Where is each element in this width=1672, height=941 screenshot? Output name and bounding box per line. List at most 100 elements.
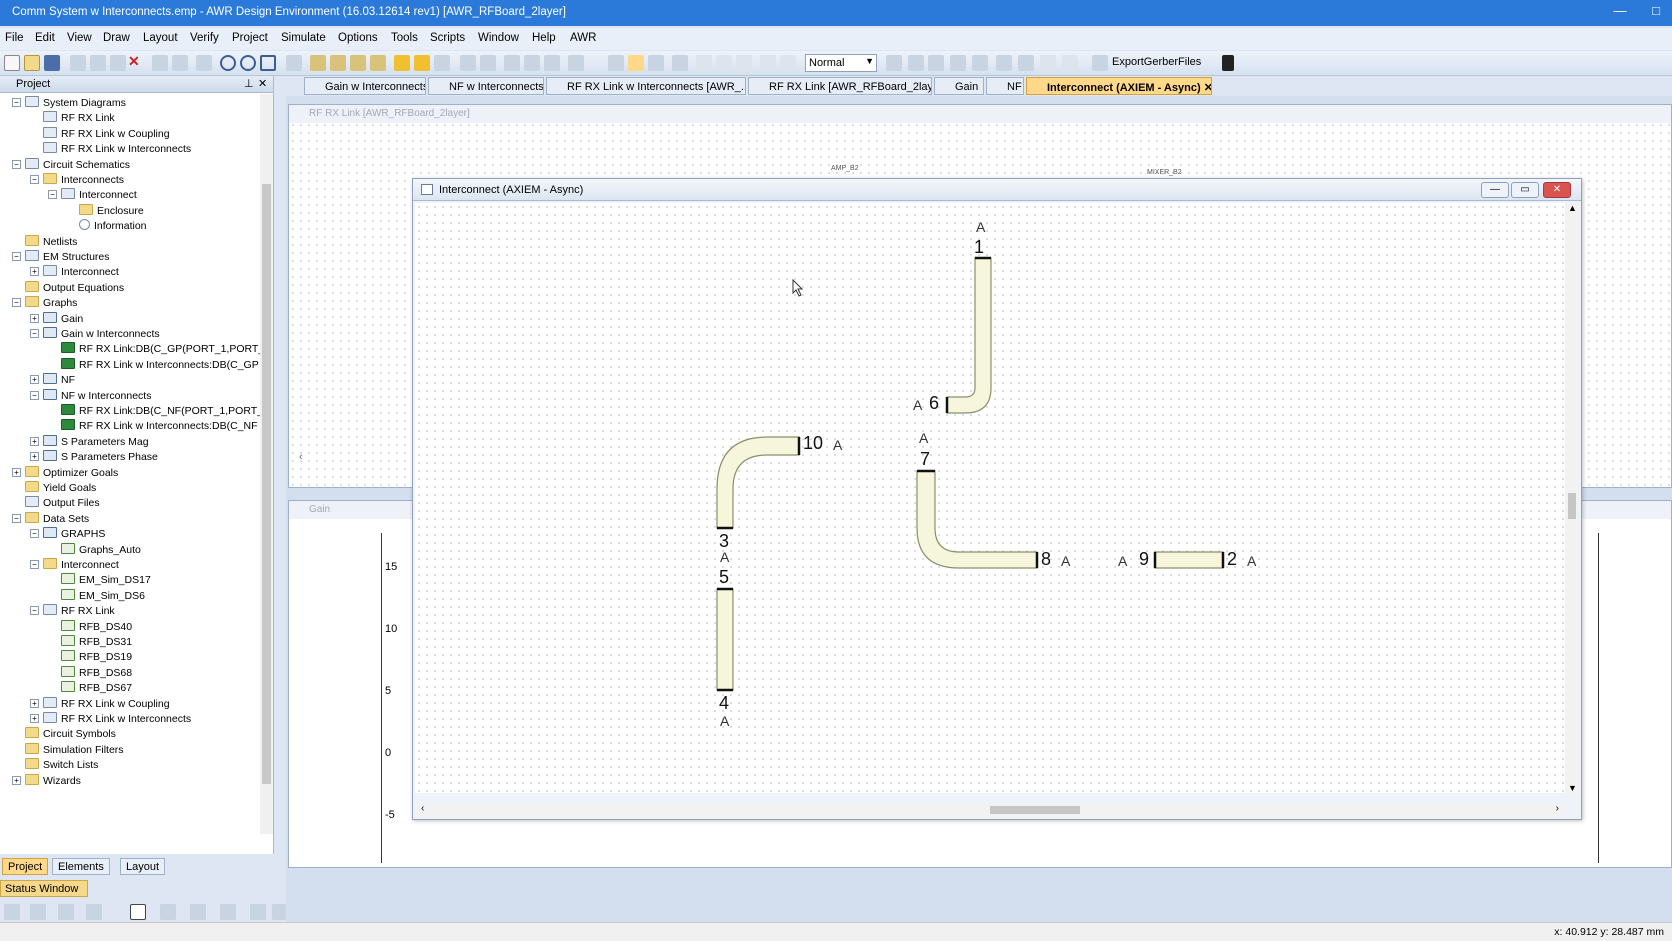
refresh-icon[interactable] [196, 55, 212, 71]
tree-item[interactable]: Switch Lists [12, 758, 98, 774]
element-icon[interactable] [504, 55, 520, 71]
tree-item[interactable]: + Optimizer Goals [12, 465, 118, 482]
menu-awr[interactable]: AWR [570, 32, 596, 44]
tree-item[interactable]: − GRAPHS [30, 527, 105, 543]
cell-icon[interactable] [908, 55, 924, 71]
collapse-icon[interactable]: − [30, 390, 39, 400]
paste-icon[interactable] [110, 55, 126, 71]
tree-item[interactable]: Circuit Symbols [12, 727, 116, 743]
view-layout-icon[interactable] [460, 55, 476, 71]
canvas-horizontal-scrollbar[interactable]: ‹ › [415, 803, 1565, 817]
tree-item[interactable]: − Graphs [12, 296, 77, 312]
collapse-icon[interactable]: − [30, 529, 39, 539]
collapse-icon[interactable]: − [48, 190, 57, 200]
shape-4-icon[interactable] [250, 904, 266, 920]
menu-help[interactable]: Help [532, 32, 556, 44]
menu-project[interactable]: Project [232, 32, 268, 44]
save-icon[interactable] [44, 55, 60, 71]
collapse-icon[interactable]: − [12, 298, 21, 308]
tab-rf-rx-link[interactable]: RF RX Link [AWR_RFBoard_2layer] [748, 77, 932, 95]
scrollbar-thumb[interactable] [262, 184, 271, 784]
align-icon[interactable] [716, 55, 732, 71]
expand-icon[interactable]: + [30, 698, 39, 708]
tree-item[interactable]: + S Parameters Phase [30, 450, 158, 466]
measure-icon[interactable] [696, 55, 712, 71]
scroll-left-icon[interactable]: ‹ [299, 451, 303, 463]
cell-2-icon[interactable] [928, 55, 944, 71]
expand-icon[interactable]: + [12, 467, 21, 477]
tree-item[interactable]: Output Files [12, 496, 100, 512]
tree-item[interactable]: EM_Sim_DS17 [48, 573, 151, 589]
add-system-icon[interactable] [330, 55, 346, 71]
tree-item[interactable]: − NF w Interconnects [30, 388, 151, 405]
scrollbar-thumb[interactable] [1568, 493, 1576, 519]
restore-button[interactable]: ▭ [1511, 182, 1539, 198]
layer-select-icon[interactable] [58, 904, 74, 920]
tree-item[interactable]: Output Equations [12, 280, 124, 297]
tree-item[interactable]: RF RX Link w Interconnects:DB(C_NF [48, 419, 258, 435]
collapse-icon[interactable]: − [30, 175, 39, 184]
tree-item[interactable]: + RF RX Link w Interconnects [30, 712, 191, 728]
ground-icon[interactable] [544, 55, 560, 71]
simulate-icon[interactable] [394, 55, 410, 71]
tree-item[interactable]: − Interconnect [30, 558, 119, 574]
shape-3-icon[interactable] [220, 904, 236, 920]
tree-item[interactable]: Graphs_Auto [48, 542, 141, 559]
pin-icon[interactable]: ⊥ [244, 77, 254, 90]
interconnect-window[interactable]: Interconnect (AXIEM - Async) — ▭ ✕ 1 6 1… [412, 178, 1582, 820]
tab-close-icon[interactable]: ✕ [1204, 82, 1211, 94]
menu-layout[interactable]: Layout [143, 32, 178, 44]
tree-item[interactable]: + S Parameters Mag [30, 434, 149, 451]
status-window-tab[interactable]: Status Window [0, 880, 88, 897]
tree-item[interactable]: − EM Structures [12, 250, 110, 266]
tree-item[interactable]: RF RX Link [30, 111, 115, 127]
tab-gain-w-interconnects[interactable]: Gain w Interconnects [304, 77, 426, 95]
tab-elements[interactable]: Elements [52, 858, 110, 875]
expand-icon[interactable]: + [30, 375, 39, 385]
view-3d-icon[interactable] [480, 55, 496, 71]
scroll-left-icon[interactable]: ‹ [421, 803, 424, 814]
collapse-icon[interactable]: − [12, 252, 21, 261]
tree-item[interactable]: RF RX Link w Coupling [30, 126, 170, 143]
tab-rf-rx-link-w-interconnects[interactable]: RF RX Link w Interconnects [AWR_... [546, 77, 746, 95]
script-icon[interactable] [1092, 55, 1108, 71]
drc-icon[interactable] [1062, 55, 1078, 71]
delete-icon[interactable]: ✕ [128, 53, 144, 69]
menu-tools[interactable]: Tools [391, 32, 418, 44]
tree-item[interactable]: Netlists [12, 234, 77, 251]
tree-item[interactable]: Information [66, 219, 147, 235]
expand-icon[interactable]: + [30, 714, 39, 723]
minimize-button[interactable]: — [1481, 182, 1509, 198]
tree-item[interactable]: + Interconnect [30, 265, 119, 281]
tree-item[interactable]: RFB_DS68 [48, 665, 132, 682]
menu-edit[interactable]: Edit [35, 32, 55, 44]
tree-item[interactable]: RF RX Link:DB(C_NF(PORT_1,PORT_2 [48, 404, 260, 420]
tree-item[interactable]: − RF RX Link [30, 604, 115, 620]
expand-icon[interactable]: + [30, 436, 39, 446]
scroll-up-icon[interactable]: ▲ [1568, 203, 1577, 213]
snap-icon[interactable] [648, 55, 664, 71]
mesh-icon[interactable] [672, 55, 688, 71]
port-icon[interactable] [524, 55, 540, 71]
tree-item[interactable]: Enclosure [66, 203, 144, 220]
scrollbar-thumb[interactable] [990, 806, 1080, 814]
interconnect-layout[interactable] [415, 203, 1565, 793]
tree-item[interactable]: − Circuit Schematics [12, 157, 130, 174]
route-icon[interactable] [736, 55, 752, 71]
tree-scrollbar[interactable] [260, 94, 273, 834]
menu-options[interactable]: Options [338, 32, 378, 44]
tree-item[interactable]: − System Diagrams [12, 96, 126, 112]
menu-scripts[interactable]: Scripts [430, 32, 465, 44]
edit-mode-icon[interactable] [628, 55, 644, 71]
add-schematic-icon[interactable] [310, 55, 326, 71]
tree-item[interactable]: RF RX Link w Interconnects [30, 142, 191, 158]
rect-icon[interactable] [130, 904, 146, 920]
draw-icon[interactable] [86, 904, 102, 920]
scroll-right-icon[interactable]: › [1556, 803, 1559, 814]
wire-icon[interactable] [568, 55, 584, 71]
menu-view[interactable]: View [67, 32, 92, 44]
copy-icon[interactable] [90, 55, 106, 71]
tree-item[interactable]: RFB_DS40 [48, 619, 132, 636]
tab-nf[interactable]: NF [986, 77, 1024, 95]
layout-canvas[interactable]: 1 6 10 7 3 5 4 8 9 2 A A A A A A A A A [415, 203, 1565, 793]
